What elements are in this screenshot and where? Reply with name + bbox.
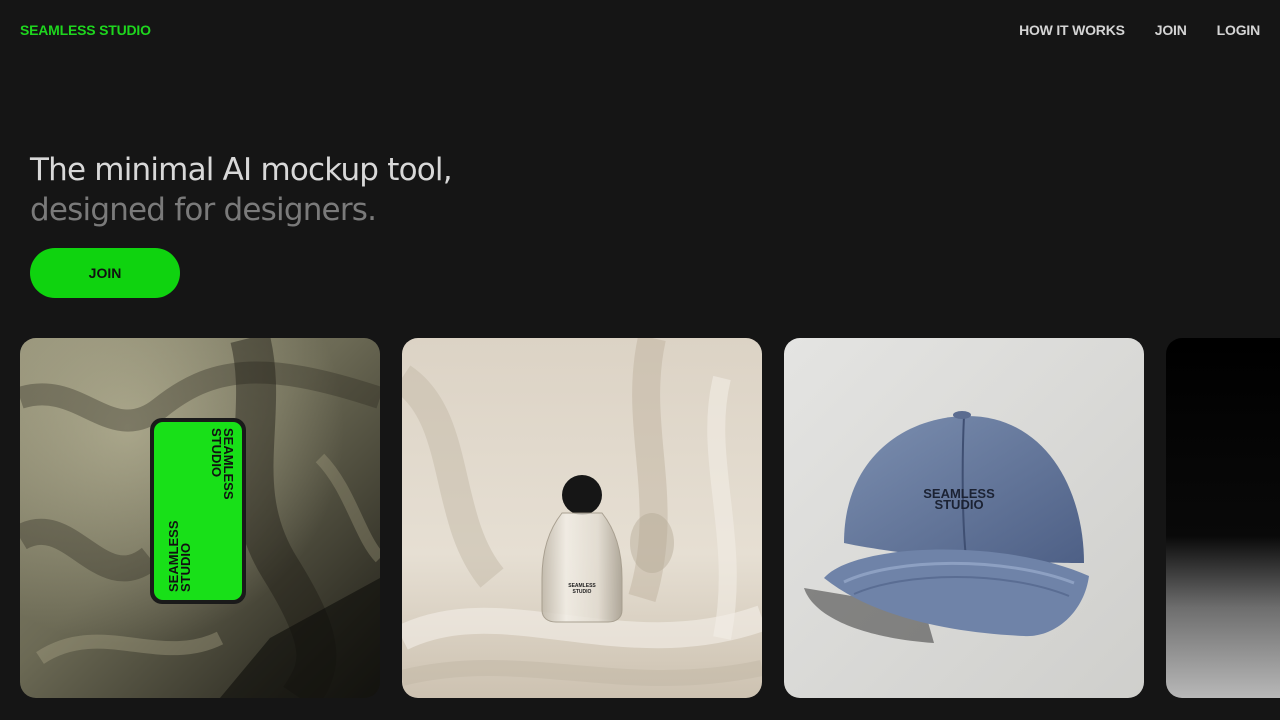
nav-link-join[interactable]: JOIN [1155,22,1187,38]
phone-device: SEAMLESS STUDIO SEAMLESS STUDIO [150,418,246,604]
dark-mockup-image [1166,338,1280,698]
nav-link-login[interactable]: LOGIN [1217,22,1261,38]
brand-logo[interactable]: SEAMLESS STUDIO [20,22,151,38]
nav-links: HOW IT WORKS JOIN LOGIN [1019,22,1260,38]
mockup-card-dark[interactable] [1166,338,1280,698]
cap-mockup-image: SEAMLESS STUDIO [784,338,1144,698]
mockup-card-perfume[interactable]: SEAMLESS STUDIO [402,338,762,698]
phone-label-top-2: STUDIO [209,428,224,477]
headline-line-1: The minimal AI mockup tool, [30,152,453,188]
mockup-card-phone[interactable]: SEAMLESS STUDIO SEAMLESS STUDIO [20,338,380,698]
perfume-mockup-image: SEAMLESS STUDIO [402,338,762,698]
bottle-label-2: STUDIO [573,589,592,595]
phone-mockup-image: SEAMLESS STUDIO SEAMLESS STUDIO [20,338,380,698]
phone-label-bottom-2: STUDIO [178,543,193,592]
hero-section: The minimal AI mockup tool, designed for… [30,150,453,230]
nav-link-how-it-works[interactable]: HOW IT WORKS [1019,22,1125,38]
mockup-gallery: SEAMLESS STUDIO SEAMLESS STUDIO SEAMLESS… [0,338,1280,698]
headline-line-2: designed for designers. [30,192,377,228]
join-button[interactable]: JOIN [30,248,180,298]
top-nav: SEAMLESS STUDIO HOW IT WORKS JOIN LOGIN [0,0,1280,62]
hero-headline: The minimal AI mockup tool, designed for… [30,150,453,230]
mockup-card-cap[interactable]: SEAMLESS STUDIO [784,338,1144,698]
cap-label-2: STUDIO [934,497,983,512]
